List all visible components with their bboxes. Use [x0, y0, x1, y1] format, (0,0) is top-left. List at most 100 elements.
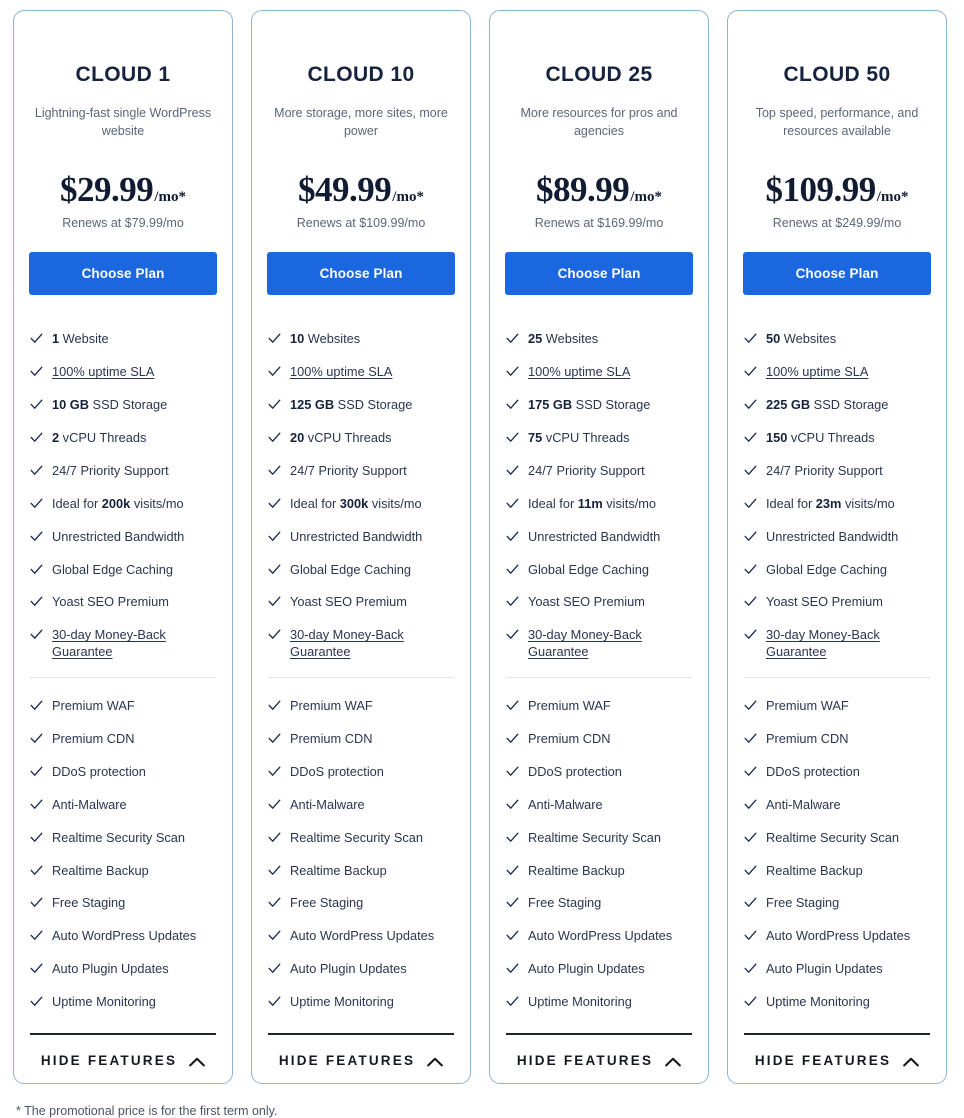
renewal-price: Renews at $109.99/mo — [296, 216, 426, 231]
feature-item: Anti-Malware — [744, 797, 930, 814]
feature-item: 24/7 Priority Support — [506, 463, 692, 480]
check-icon — [744, 628, 757, 641]
feature-item: Premium WAF — [506, 698, 692, 715]
check-icon — [506, 831, 519, 844]
price-period: /mo* — [392, 189, 424, 206]
feature-item: Yoast SEO Premium — [30, 594, 216, 611]
feature-list-primary: 1 Website 100% uptime SLA 10 GB SSD Storag… — [30, 295, 216, 661]
feature-item: Auto Plugin Updates — [506, 961, 692, 978]
feature-label[interactable]: 30-day Money-Back Guarantee — [52, 627, 216, 661]
check-icon — [744, 962, 757, 975]
hide-features-button[interactable]: HIDE FEATURES — [490, 1052, 708, 1069]
feature-label[interactable]: 30-day Money-Back Guarantee — [290, 627, 454, 661]
feature-item: Auto Plugin Updates — [744, 961, 930, 978]
price-amount: $29.99 — [60, 170, 154, 210]
feature-item: Realtime Backup — [30, 863, 216, 880]
feature-list-primary: 25 Websites 100% uptime SLA 175 GB SSD Sto… — [506, 295, 692, 661]
check-icon — [268, 962, 281, 975]
chevron-up-icon — [903, 1055, 920, 1067]
hide-features-label: HIDE FEATURES — [754, 1052, 892, 1068]
check-icon — [506, 896, 519, 909]
pricing-card-cloud-25[interactable]: CLOUD 25 More resources for pros and age… — [489, 10, 709, 1084]
feature-label: Unrestricted Bandwidth — [766, 528, 899, 544]
feature-label: Free Staging — [290, 895, 364, 911]
feature-label[interactable]: 30-day Money-Back Guarantee — [528, 627, 692, 661]
feature-label[interactable]: 100% uptime SLA — [290, 364, 392, 381]
feature-label: Uptime Monitoring — [528, 994, 632, 1010]
check-icon — [268, 896, 281, 909]
feature-item: Yoast SEO Premium — [744, 594, 930, 611]
feature-label: Global Edge Caching — [52, 561, 173, 577]
feature-label: Auto Plugin Updates — [52, 961, 169, 977]
feature-item: Premium CDN — [744, 731, 930, 748]
feature-item: 125 GB SSD Storage — [268, 397, 454, 414]
feature-list-secondary: Premium WAF Premium CDN DDoS protection Ant… — [744, 678, 930, 1011]
feature-item: Realtime Backup — [268, 863, 454, 880]
check-icon — [30, 995, 43, 1008]
choose-plan-button[interactable]: Choose Plan — [505, 252, 693, 296]
pricing-card-cloud-10[interactable]: CLOUD 10 More storage, more sites, more … — [251, 10, 471, 1084]
check-icon — [268, 595, 281, 608]
feature-item: Realtime Security Scan — [744, 830, 930, 847]
feature-label: Auto WordPress Updates — [528, 928, 673, 944]
feature-label[interactable]: 30-day Money-Back Guarantee — [766, 627, 930, 661]
check-icon — [506, 962, 519, 975]
check-icon — [30, 530, 43, 543]
feature-item: Unrestricted Bandwidth — [268, 529, 454, 546]
feature-label: Realtime Backup — [766, 862, 863, 878]
check-icon — [744, 530, 757, 543]
check-icon — [744, 431, 757, 444]
feature-label: Realtime Security Scan — [528, 829, 661, 845]
feature-label: Auto WordPress Updates — [52, 928, 197, 944]
check-icon — [30, 699, 43, 712]
check-icon — [744, 365, 757, 378]
choose-plan-button[interactable]: Choose Plan — [743, 252, 931, 296]
card-header: CLOUD 1 Lightning-fast single WordPress … — [14, 11, 232, 252]
feature-item: 75 vCPU Threads — [506, 430, 692, 447]
pricing-card-cloud-1[interactable]: CLOUD 1 Lightning-fast single WordPress … — [13, 10, 233, 1084]
feature-item: 30-day Money-Back Guarantee — [30, 627, 216, 661]
feature-label[interactable]: 100% uptime SLA — [528, 364, 630, 381]
feature-label: Anti-Malware — [766, 796, 841, 812]
feature-item: Uptime Monitoring — [744, 994, 930, 1011]
pricing-card-cloud-50[interactable]: CLOUD 50 Top speed, performance, and res… — [727, 10, 947, 1084]
feature-label: Ideal for 200k visits/mo — [52, 495, 184, 511]
check-icon — [506, 628, 519, 641]
price-period: /mo* — [630, 189, 662, 206]
hide-features-button[interactable]: HIDE FEATURES — [14, 1052, 232, 1069]
feature-item: Premium CDN — [506, 731, 692, 748]
feature-item: Unrestricted Bandwidth — [30, 529, 216, 546]
check-icon — [30, 831, 43, 844]
feature-label: 24/7 Priority Support — [766, 462, 883, 478]
choose-plan-button[interactable]: Choose Plan — [29, 252, 217, 296]
check-icon — [506, 995, 519, 1008]
check-icon — [506, 365, 519, 378]
check-icon — [30, 628, 43, 641]
card-footer-rule — [30, 1033, 216, 1035]
check-icon — [506, 798, 519, 811]
feature-item: Premium WAF — [744, 698, 930, 715]
check-icon — [744, 765, 757, 778]
price-row: $109.99 /mo* — [738, 170, 936, 210]
feature-item: Ideal for 300k visits/mo — [268, 496, 454, 513]
feature-label[interactable]: 100% uptime SLA — [766, 364, 868, 381]
check-icon — [268, 398, 281, 411]
feature-item: Premium CDN — [268, 731, 454, 748]
feature-item: 30-day Money-Back Guarantee — [268, 627, 454, 661]
check-icon — [268, 765, 281, 778]
choose-plan-button[interactable]: Choose Plan — [267, 252, 455, 296]
feature-label: Yoast SEO Premium — [52, 594, 169, 610]
check-icon — [268, 864, 281, 877]
feature-label: 25 Websites — [528, 331, 599, 347]
plan-tagline: Lightning-fast single WordPress website — [34, 106, 212, 139]
hide-features-button[interactable]: HIDE FEATURES — [728, 1052, 946, 1069]
feature-item: 2 vCPU Threads — [30, 430, 216, 447]
check-icon — [30, 798, 43, 811]
feature-label[interactable]: 100% uptime SLA — [52, 364, 154, 381]
feature-label: Premium WAF — [290, 698, 373, 714]
check-icon — [506, 497, 519, 510]
feature-label: Ideal for 11m visits/mo — [528, 495, 657, 511]
hide-features-button[interactable]: HIDE FEATURES — [252, 1052, 470, 1069]
check-icon — [506, 563, 519, 576]
feature-item: 100% uptime SLA — [30, 364, 216, 381]
